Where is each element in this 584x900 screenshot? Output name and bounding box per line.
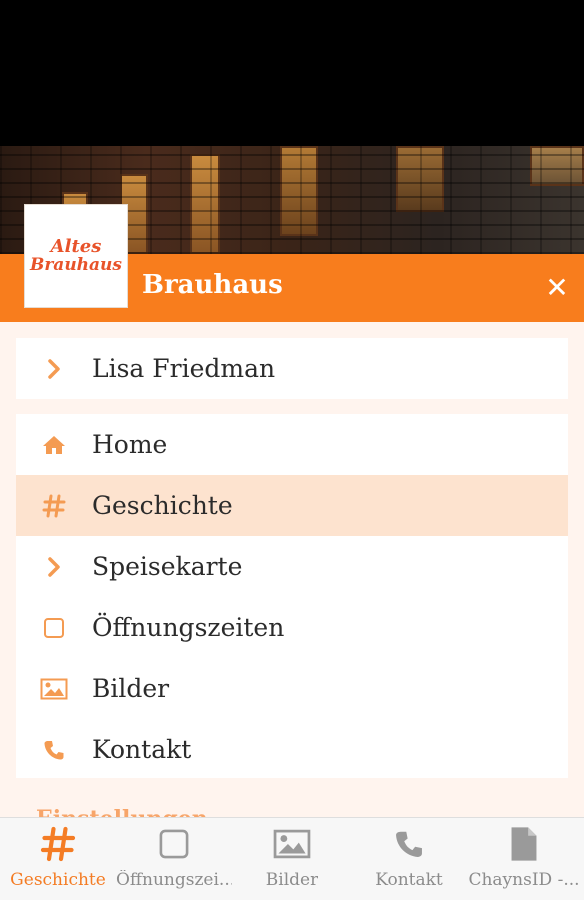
menu-item-label: Kontakt xyxy=(92,735,192,764)
chevron-right-icon xyxy=(16,358,92,380)
square-icon xyxy=(158,818,190,870)
bottom-tab-bar: Geschichte Öffnungszei... Bilder Kontakt… xyxy=(0,817,584,900)
square-icon xyxy=(16,617,92,639)
navigation-menu: Home Geschichte Speisekarte Öffnungszeit… xyxy=(16,414,568,778)
user-name: Lisa Friedman xyxy=(92,354,276,383)
image-icon xyxy=(16,678,92,700)
hash-icon xyxy=(40,818,76,870)
menu-item-home[interactable]: Home xyxy=(16,414,568,475)
tab-oeffnungszeiten[interactable]: Öffnungszei... xyxy=(116,818,232,900)
tab-geschichte[interactable]: Geschichte xyxy=(0,818,116,900)
tab-bilder[interactable]: Bilder xyxy=(234,818,350,900)
status-bar xyxy=(0,0,584,146)
close-button[interactable]: ✕ xyxy=(540,270,574,306)
menu-item-label: Geschichte xyxy=(92,491,233,520)
menu-item-label: Öffnungszeiten xyxy=(92,613,285,642)
tab-label: Öffnungszei... xyxy=(116,870,232,890)
document-icon xyxy=(510,818,538,870)
menu-item-oeffnungszeiten[interactable]: Öffnungszeiten xyxy=(16,597,568,658)
tab-label: Geschichte xyxy=(10,870,106,890)
menu-item-label: Speisekarte xyxy=(92,552,243,581)
tab-label: ChaynsID -... xyxy=(468,870,580,890)
tab-label: Bilder xyxy=(265,870,319,890)
menu-item-bilder[interactable]: Bilder xyxy=(16,658,568,719)
menu-item-geschichte[interactable]: Geschichte xyxy=(16,475,568,536)
phone-icon xyxy=(16,739,92,761)
hash-icon xyxy=(16,494,92,518)
phone-icon xyxy=(394,818,424,870)
user-card[interactable]: Lisa Friedman xyxy=(16,338,568,399)
page-title: Brauhaus xyxy=(142,270,283,300)
logo-line1: Altes xyxy=(50,235,102,257)
home-icon xyxy=(16,435,92,455)
tab-chaynsid[interactable]: ChaynsID -... xyxy=(466,818,582,900)
menu-item-kontakt[interactable]: Kontakt xyxy=(16,719,568,780)
image-icon xyxy=(273,818,311,870)
tab-label: Kontakt xyxy=(375,870,443,890)
menu-item-label: Bilder xyxy=(92,674,170,703)
logo-line2: Brauhaus xyxy=(29,254,122,275)
chevron-right-icon xyxy=(16,556,92,578)
menu-item-label: Home xyxy=(92,430,168,459)
brauhaus-logo: Altes Brauhaus xyxy=(24,204,128,308)
menu-item-speisekarte[interactable]: Speisekarte xyxy=(16,536,568,597)
user-row[interactable]: Lisa Friedman xyxy=(16,338,568,399)
tab-kontakt[interactable]: Kontakt xyxy=(351,818,467,900)
